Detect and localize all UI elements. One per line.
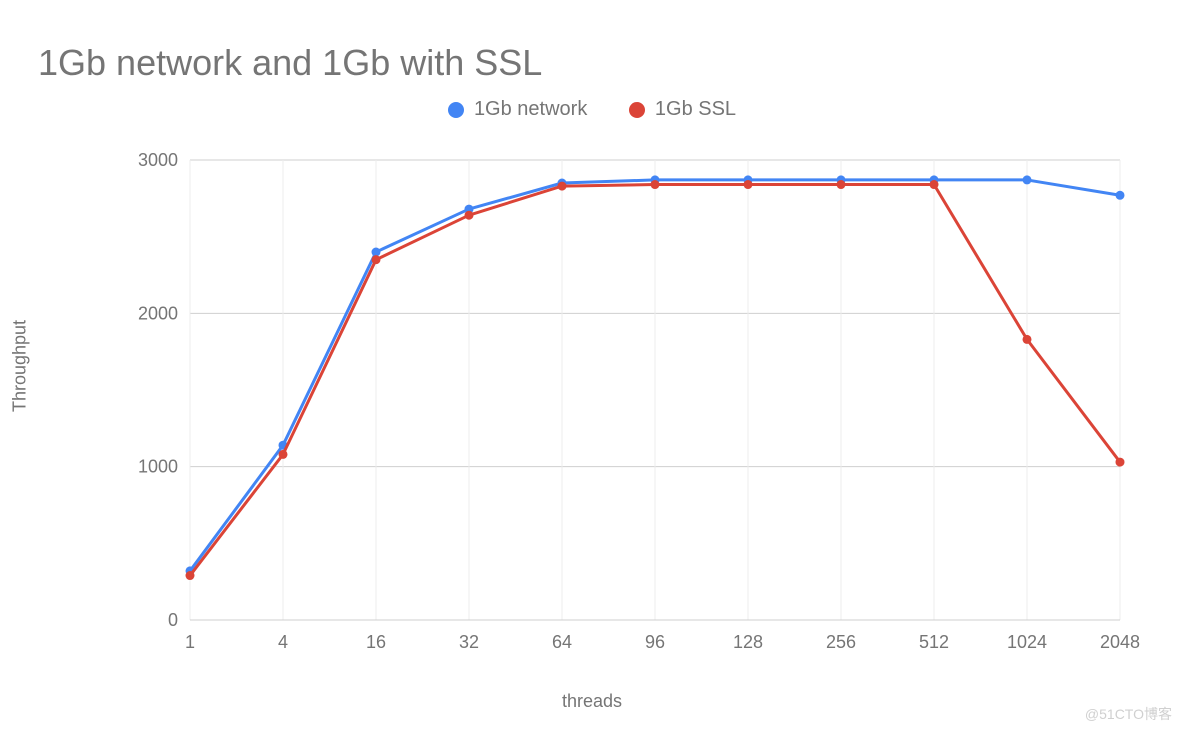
svg-text:512: 512: [919, 632, 949, 652]
svg-text:256: 256: [826, 632, 856, 652]
svg-text:1000: 1000: [138, 457, 178, 477]
svg-text:64: 64: [552, 632, 572, 652]
svg-text:16: 16: [366, 632, 386, 652]
chart-plot-area: 0 1000 2000 3000 1 4 16 32 64 96 128 256 512 1024 2048: [90, 150, 1150, 680]
svg-text:128: 128: [733, 632, 763, 652]
watermark-text: @51CTO博客: [1085, 704, 1172, 724]
chart-legend: 1Gb network 1Gb SSL: [0, 98, 1184, 124]
svg-text:32: 32: [459, 632, 479, 652]
svg-text:1: 1: [185, 632, 195, 652]
svg-text:96: 96: [645, 632, 665, 652]
legend-item-1: 1Gb network: [448, 98, 587, 121]
chart-svg: 0 1000 2000 3000 1 4 16 32 64 96 128 256 512 1024 2048: [90, 150, 1150, 680]
y-axis-label: Throughput: [10, 320, 31, 412]
svg-text:4: 4: [278, 632, 288, 652]
legend-label: 1Gb SSL: [655, 98, 736, 121]
svg-text:2048: 2048: [1100, 632, 1140, 652]
svg-text:1024: 1024: [1007, 632, 1047, 652]
legend-dot-icon: [448, 102, 464, 118]
chart-title: 1Gb network and 1Gb with SSL: [38, 42, 542, 84]
svg-text:2000: 2000: [138, 303, 178, 323]
legend-item-2: 1Gb SSL: [629, 98, 736, 121]
x-axis-label: threads: [562, 691, 622, 712]
svg-text:3000: 3000: [138, 150, 178, 170]
legend-label: 1Gb network: [474, 98, 587, 121]
svg-text:0: 0: [168, 610, 178, 630]
legend-dot-icon: [629, 102, 645, 118]
